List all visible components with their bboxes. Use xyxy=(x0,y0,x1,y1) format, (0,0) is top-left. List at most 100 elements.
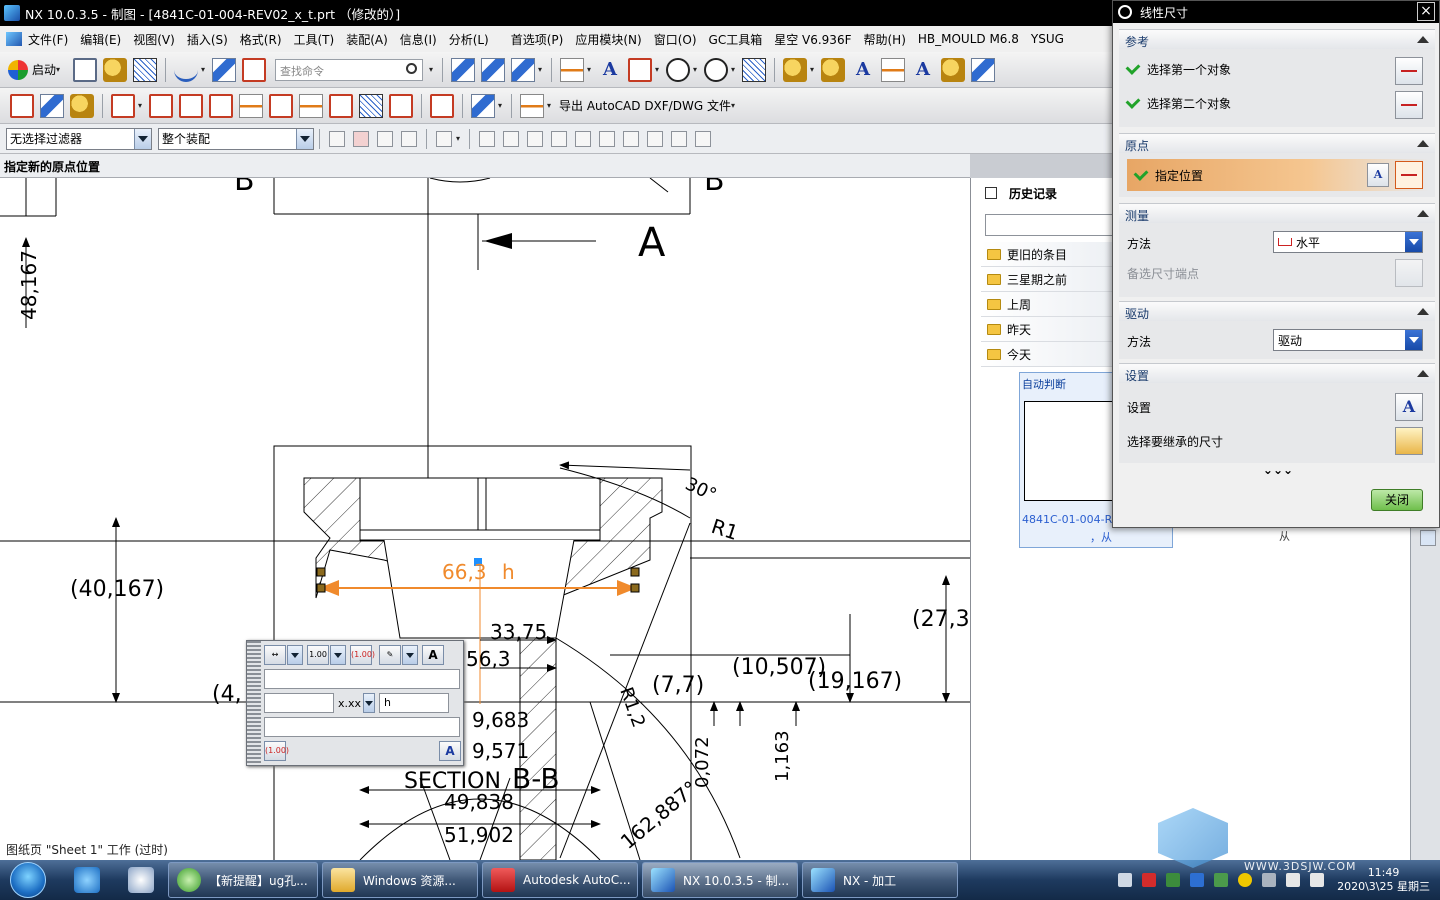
suffix-field[interactable]: h xyxy=(379,693,450,713)
task-nx-drafting[interactable]: NX 10.0.3.5 - 制... xyxy=(642,862,798,898)
break-out-section-icon[interactable] xyxy=(269,93,293,118)
network-icon[interactable] xyxy=(1286,873,1301,887)
section-origin-header[interactable]: 原点 xyxy=(1119,133,1435,153)
drag-handle[interactable] xyxy=(247,641,261,765)
new-sheet-icon[interactable] xyxy=(10,93,34,118)
select-first-object-row[interactable]: 选择第一个对象 xyxy=(1125,60,1231,78)
snap-control-icon[interactable] xyxy=(527,130,543,147)
projected-view-icon[interactable] xyxy=(111,93,135,118)
snap-bounded-icon[interactable] xyxy=(695,130,711,147)
chevron-down-icon[interactable] xyxy=(1405,330,1422,350)
dim-handle[interactable] xyxy=(630,583,640,593)
text-style-icon[interactable]: A xyxy=(851,58,875,82)
hammer-tool-icon[interactable] xyxy=(821,57,846,82)
select-object-icon[interactable] xyxy=(1395,57,1423,85)
select-all-icon[interactable] xyxy=(353,130,369,147)
menu-application[interactable]: 应用模块(N) xyxy=(569,31,647,48)
view-style-icon[interactable] xyxy=(359,93,383,118)
command-search-input[interactable]: 查找命令 xyxy=(275,58,424,81)
feature-tool-icon[interactable] xyxy=(941,57,966,82)
collapse-icon[interactable] xyxy=(1417,36,1429,43)
gear-icon[interactable] xyxy=(1118,5,1132,19)
export-dxf-button[interactable]: 导出 AutoCAD DXF/DWG 文件 xyxy=(559,97,731,114)
new-file-icon[interactable] xyxy=(73,57,98,82)
menu-window[interactable]: 窗口(O) xyxy=(648,31,703,48)
chevron-down-icon[interactable]: ▾ xyxy=(456,134,464,143)
menu-information[interactable]: 信息(I) xyxy=(394,31,443,48)
chevron-down-icon[interactable]: ▾ xyxy=(693,65,701,74)
wcs-origin-icon[interactable] xyxy=(511,57,536,82)
history-group-last-week[interactable]: 上周 xyxy=(981,292,1113,317)
body-select-icon[interactable] xyxy=(401,130,417,147)
chevron-down-icon[interactable]: ▾ xyxy=(810,65,818,74)
menu-edit[interactable]: 编辑(E) xyxy=(74,31,127,48)
origin-tool-icon[interactable]: A xyxy=(1367,163,1389,187)
volume-icon[interactable] xyxy=(1310,873,1325,887)
chevron-down-icon[interactable] xyxy=(330,645,346,665)
annotation-icon[interactable]: A xyxy=(911,58,935,82)
point-dialog-icon[interactable] xyxy=(1395,161,1423,189)
menu-ysug[interactable]: YSUG xyxy=(1025,32,1070,46)
snap-arc-center-icon[interactable] xyxy=(575,130,591,147)
keyboard-icon[interactable] xyxy=(1118,873,1133,887)
history-tab-icon[interactable] xyxy=(1420,530,1436,546)
pdf-icon[interactable] xyxy=(1142,873,1157,887)
chevron-down-icon[interactable]: ▾ xyxy=(587,65,595,74)
chevron-down-icon[interactable] xyxy=(296,128,313,149)
task-autocad[interactable]: Autodesk AutoC... xyxy=(482,862,638,898)
chevron-down-icon[interactable]: ▾ xyxy=(498,101,506,110)
tolerance-badge[interactable]: (1.00) xyxy=(264,741,289,761)
drive-method-select[interactable]: 驱动 xyxy=(1273,329,1423,351)
specify-location-row[interactable]: 指定位置 A xyxy=(1127,159,1429,191)
chevron-down-icon[interactable]: ▾ xyxy=(731,65,739,74)
chevron-down-icon[interactable] xyxy=(402,645,418,665)
move-view-icon[interactable] xyxy=(329,93,353,118)
chevron-down-icon[interactable]: ▾ xyxy=(429,65,437,74)
history-group-3-weeks[interactable]: 三星期之前 xyxy=(981,267,1113,292)
dim-handle[interactable] xyxy=(316,583,326,593)
menu-hb-mould[interactable]: HB_MOULD M6.8 xyxy=(912,32,1025,46)
chevron-down-icon[interactable] xyxy=(363,693,376,713)
collapse-icon[interactable] xyxy=(1417,140,1429,147)
view-boundary-icon[interactable] xyxy=(239,93,263,118)
image-icon[interactable] xyxy=(742,57,767,82)
tolerance-scale-value[interactable]: 1.00 xyxy=(307,645,329,665)
type-filter-select[interactable]: 无选择过滤器 xyxy=(6,127,152,150)
chevron-down-icon[interactable]: ▾ xyxy=(138,101,146,110)
chevron-down-icon[interactable]: ▾ xyxy=(201,65,209,74)
selection-scope-select[interactable]: 整个装配 xyxy=(158,127,314,150)
history-group-yesterday[interactable]: 昨天 xyxy=(981,317,1113,342)
save-icon[interactable] xyxy=(133,57,158,82)
history-search-input[interactable] xyxy=(985,214,1115,236)
windows-start-icon[interactable] xyxy=(10,862,46,898)
chevron-down-icon[interactable] xyxy=(287,645,303,665)
start-button[interactable]: 启动 ▾ xyxy=(8,59,64,80)
text-edit-icon[interactable]: ✎ xyxy=(379,645,401,665)
center-mark-icon[interactable] xyxy=(704,57,729,82)
internet-explorer-icon[interactable] xyxy=(74,867,100,893)
collapse-icon[interactable] xyxy=(1417,308,1429,315)
menu-help[interactable]: 帮助(H) xyxy=(857,31,911,48)
table-icon[interactable] xyxy=(471,93,495,118)
dim-handle[interactable] xyxy=(630,567,640,577)
chevron-down-icon[interactable]: ▾ xyxy=(538,65,546,74)
window-layout-icon[interactable] xyxy=(242,57,267,82)
chevron-down-icon[interactable]: ▾ xyxy=(547,101,555,110)
menu-gc-toolkit[interactable]: GC工具箱 xyxy=(703,31,769,48)
gpu-icon[interactable] xyxy=(1214,873,1229,887)
security-icon[interactable] xyxy=(1166,873,1181,887)
snap-point-on-face-icon[interactable] xyxy=(671,130,687,147)
view-break-icon[interactable] xyxy=(209,93,233,118)
feature-select-icon[interactable] xyxy=(377,130,393,147)
undo-icon[interactable] xyxy=(174,58,199,82)
qq-tray-icon[interactable] xyxy=(1238,873,1253,887)
export-dxf-icon[interactable] xyxy=(520,93,544,118)
select-object-icon[interactable] xyxy=(1395,91,1423,119)
select-second-object-row[interactable]: 选择第二个对象 xyxy=(1125,94,1231,112)
collapse-icon[interactable] xyxy=(1417,210,1429,217)
prefix-field[interactable] xyxy=(264,669,460,689)
rapid-dimension-icon[interactable] xyxy=(560,57,585,82)
network-share-icon[interactable] xyxy=(1190,873,1205,887)
menu-preferences[interactable]: 首选项(P) xyxy=(505,31,570,48)
collapse-icon[interactable] xyxy=(1417,370,1429,377)
